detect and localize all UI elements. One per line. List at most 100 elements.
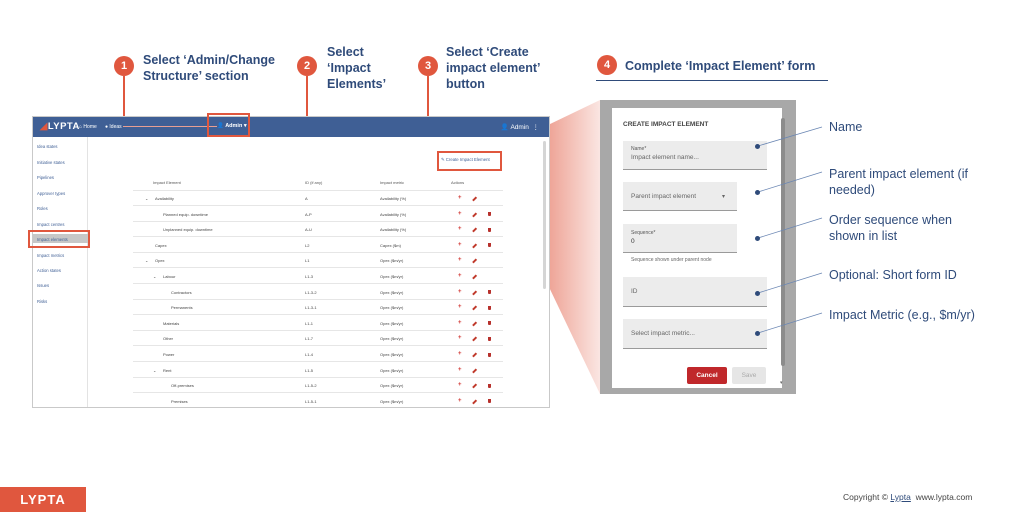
- name-field-label: Name*: [631, 146, 647, 152]
- delete-icon[interactable]: [488, 212, 492, 217]
- delete-icon[interactable]: [488, 321, 492, 326]
- edit-icon[interactable]: [472, 243, 477, 248]
- edit-icon[interactable]: [472, 212, 477, 217]
- id-field[interactable]: [623, 277, 767, 307]
- delete-icon[interactable]: [488, 290, 492, 295]
- sidebar-item-approver-types[interactable]: Approver types: [37, 191, 65, 196]
- delete-icon[interactable]: [488, 227, 492, 232]
- sidebar-item-impact-metrics[interactable]: Impact metrics: [37, 253, 64, 258]
- sidebar-item-idea-states[interactable]: Idea states: [37, 144, 58, 149]
- delete-icon[interactable]: [488, 383, 492, 388]
- add-child-icon[interactable]: +: [458, 320, 462, 326]
- row-element-name: Availability: [155, 196, 174, 201]
- add-child-icon[interactable]: +: [458, 273, 462, 279]
- sequence-field-value: 0: [631, 238, 635, 245]
- expand-chevron-icon[interactable]: ⌄: [145, 196, 148, 201]
- cancel-button[interactable]: Cancel: [687, 367, 727, 384]
- edit-icon[interactable]: [472, 258, 477, 264]
- row-divider: [133, 392, 503, 393]
- app-scrollbar[interactable]: [543, 141, 546, 289]
- annotation-dot-parent: [755, 190, 760, 195]
- add-child-icon[interactable]: +: [458, 289, 462, 295]
- edit-icon[interactable]: [472, 305, 477, 311]
- row-element-name: Premises: [171, 398, 188, 404]
- sidebar-item-risks[interactable]: Risks: [37, 299, 47, 304]
- row-divider: [133, 329, 503, 331]
- sequence-field-label: Sequence*: [631, 230, 656, 236]
- add-child-icon[interactable]: +: [458, 398, 462, 404]
- app-logo: ◢LYPTA: [40, 121, 80, 132]
- add-child-icon[interactable]: +: [458, 335, 462, 341]
- footer-logo: LYPTA: [0, 487, 86, 512]
- edit-icon[interactable]: [472, 321, 477, 326]
- row-id: L1-4: [305, 352, 314, 357]
- row-element-name: Other: [163, 336, 174, 342]
- row-id: L1: [305, 258, 310, 264]
- row-divider: [133, 376, 503, 378]
- row-metric: Capex ($m): [380, 242, 401, 248]
- delete-icon[interactable]: [488, 305, 492, 310]
- add-child-icon[interactable]: +: [458, 242, 462, 248]
- user-menu[interactable]: 👤 Admin ⋮: [501, 123, 539, 131]
- col-header-id: ID (if any): [305, 180, 323, 185]
- website-link[interactable]: www.lypta.com: [916, 492, 973, 502]
- nav-home[interactable]: ⌂ Home: [79, 124, 97, 130]
- add-child-icon[interactable]: +: [458, 195, 462, 201]
- sidebar-item-action-states[interactable]: Action states: [37, 268, 61, 273]
- add-child-icon[interactable]: +: [458, 367, 462, 373]
- col-header-element: Impact Element: [153, 180, 181, 185]
- save-button[interactable]: Save: [732, 367, 766, 384]
- row-metric: Opex ($m/yr): [380, 336, 404, 342]
- step-1-badge: 1: [114, 56, 134, 76]
- edit-icon[interactable]: [472, 336, 477, 342]
- edit-icon[interactable]: [472, 399, 477, 404]
- edit-icon[interactable]: [472, 383, 477, 389]
- edit-icon[interactable]: [472, 274, 477, 280]
- row-divider: [133, 314, 503, 315]
- edit-icon[interactable]: [472, 227, 477, 233]
- delete-icon[interactable]: [488, 399, 492, 404]
- row-id: A-U: [305, 227, 312, 233]
- row-element-name: Opex: [155, 258, 165, 264]
- edit-icon[interactable]: [472, 290, 477, 295]
- sidebar-item-roles[interactable]: Roles: [37, 206, 48, 211]
- expand-chevron-icon[interactable]: ⌄: [153, 368, 156, 373]
- delete-icon[interactable]: [488, 243, 492, 248]
- row-element-name: Permanents: [171, 305, 193, 311]
- copyright-text: Copyright © Lypta www.lypta.com: [843, 492, 973, 502]
- add-child-icon[interactable]: +: [458, 226, 462, 232]
- delete-icon[interactable]: [488, 352, 492, 357]
- add-child-icon[interactable]: +: [458, 382, 462, 388]
- nav-ideas[interactable]: ● Ideas: [105, 124, 122, 130]
- sidebar-item-initiative-states[interactable]: Initiative states: [37, 160, 65, 165]
- sidebar-item-pipelines[interactable]: Pipelines: [37, 175, 54, 180]
- sequence-field[interactable]: [623, 224, 737, 253]
- row-id: A: [305, 196, 308, 201]
- row-divider: [133, 236, 503, 237]
- edit-icon[interactable]: [472, 368, 477, 373]
- edit-icon[interactable]: [472, 352, 477, 358]
- annotation-dot-id: [755, 291, 760, 296]
- highlight-create-button: [437, 151, 502, 171]
- sidebar-item-impact-centres[interactable]: Impact centres: [37, 222, 64, 227]
- chevron-down-icon[interactable]: ▾: [722, 193, 725, 200]
- annotation-dot-name: [755, 144, 760, 149]
- add-child-icon[interactable]: +: [458, 257, 462, 263]
- row-divider: [133, 345, 503, 346]
- delete-icon[interactable]: [488, 336, 492, 341]
- expand-chevron-icon[interactable]: ⌄: [153, 274, 156, 279]
- copyright-link[interactable]: Lypta: [890, 492, 910, 502]
- annotation-sequence: Order sequence when shown in list: [829, 213, 952, 243]
- add-child-icon[interactable]: +: [458, 211, 462, 217]
- scroll-down-icon[interactable]: ▾: [780, 380, 783, 386]
- annotation-lines: [757, 126, 823, 334]
- add-child-icon[interactable]: +: [458, 351, 462, 357]
- expand-chevron-icon[interactable]: ⌄: [145, 258, 148, 263]
- add-child-icon[interactable]: +: [458, 304, 462, 310]
- nav-obscured-items: [123, 126, 217, 127]
- row-metric: Opex ($m/yr): [380, 367, 404, 373]
- sidebar-item-issues[interactable]: Issues: [37, 283, 49, 288]
- edit-icon[interactable]: [472, 196, 477, 202]
- annotation-parent: Parent impact element (if needed): [829, 167, 968, 197]
- row-id: L1-1: [305, 320, 314, 326]
